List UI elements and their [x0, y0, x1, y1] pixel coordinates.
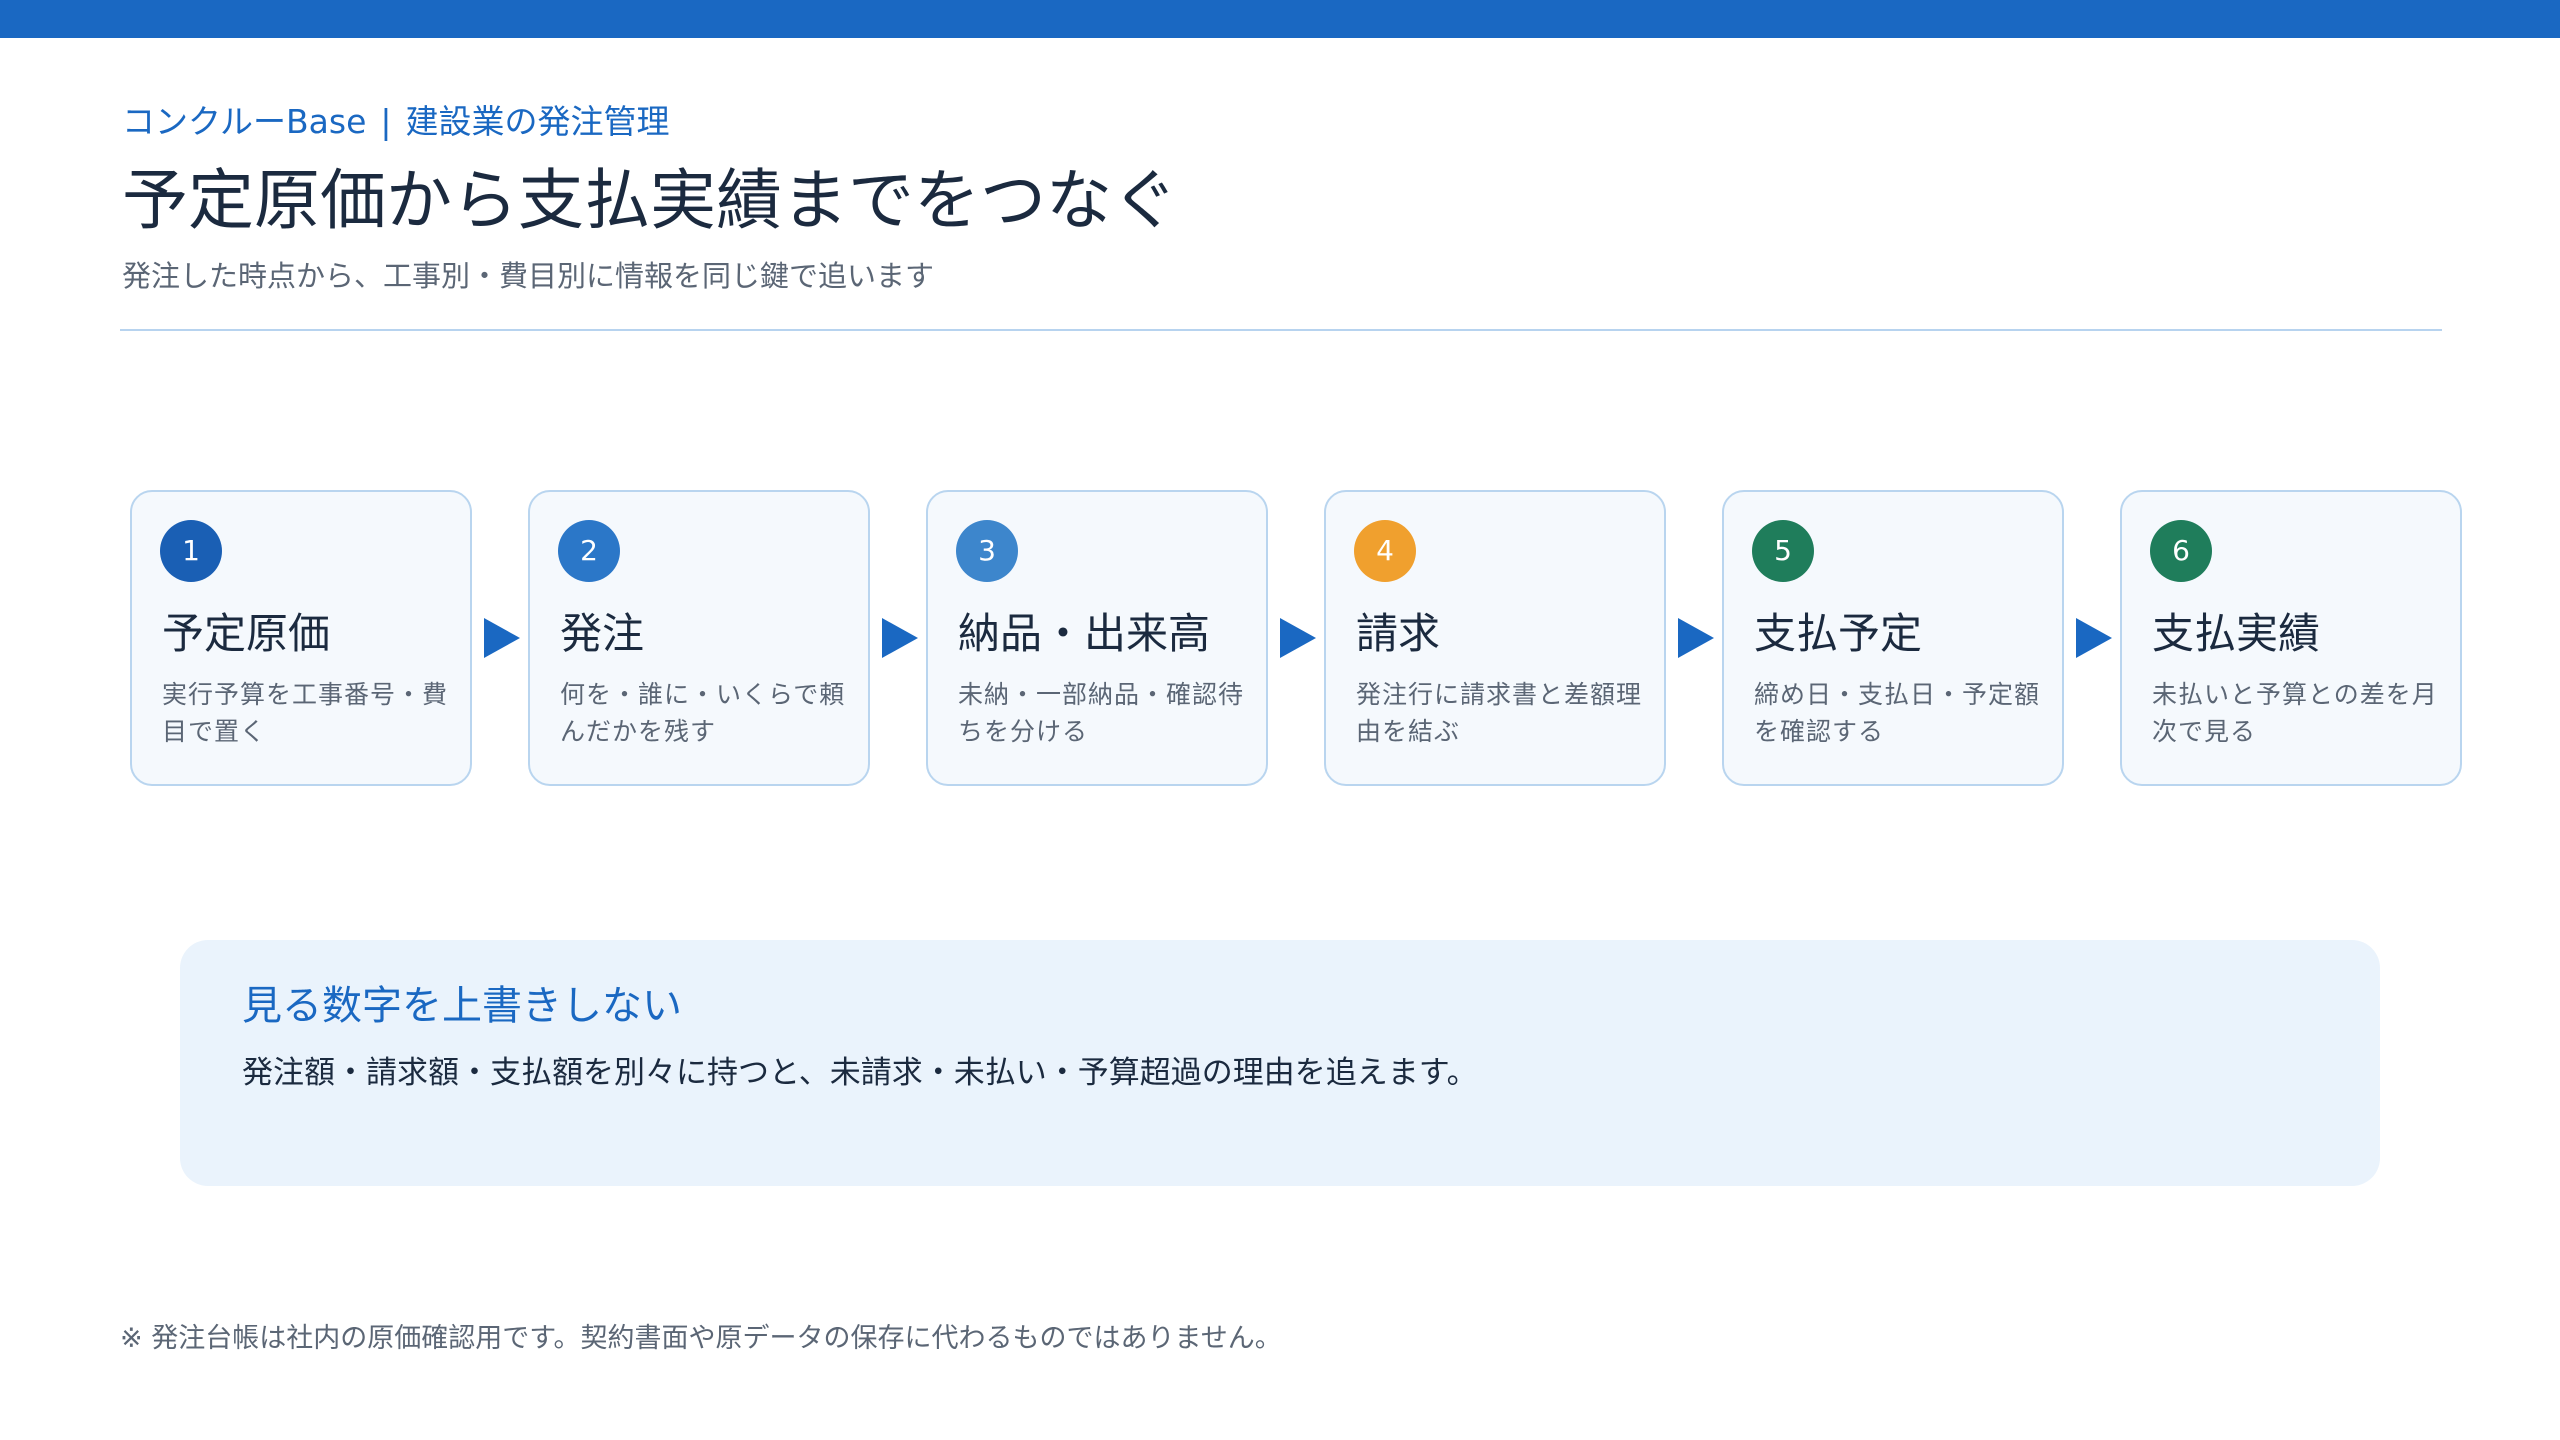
step-title: 支払実績 — [2152, 609, 2321, 658]
step-card-4: 4 請求 発注行に請求書と差額理由を結ぶ — [1324, 490, 1666, 786]
step-description: 発注行に請求書と差額理由を結ぶ — [1356, 680, 1643, 746]
page-subtitle: 発注した時点から、工事別・費目別に情報を同じ鍵で追います — [122, 259, 935, 293]
step-title: 請求 — [1356, 609, 1441, 658]
flow-arrow-icon — [1678, 618, 1714, 658]
flow-arrow-icon — [484, 618, 520, 658]
step-number-badge: 2 — [558, 520, 620, 582]
header: コンクルーBase | 建設業の発注管理 予定原価から支払実績までをつなぐ 発注した… — [122, 96, 2442, 298]
step-description: 未納・一部納品・確認待ちを分ける — [958, 680, 1245, 746]
callout-body: 発注額・請求額・支払額を別々に持つと、未請求・未払い・予算超過の理由を追えます。 — [242, 1055, 1478, 1091]
key-point-callout: 見る数字を上書きしない 発注額・請求額・支払額を別々に持つと、未請求・未払い・予… — [180, 940, 2380, 1186]
step-card-2: 2 発注 何を・誰に・いくらで頼んだかを残す — [528, 490, 870, 786]
step-description: 実行予算を工事番号・費目で置く — [162, 680, 449, 746]
step-number-badge: 4 — [1354, 520, 1416, 582]
header-divider — [120, 329, 2442, 331]
step-card-5: 5 支払予定 締め日・支払日・予定額を確認する — [1722, 490, 2064, 786]
step-number-badge: 5 — [1752, 520, 1814, 582]
slide: コンクルーBase | 建設業の発注管理 予定原価から支払実績までをつなぐ 発注した… — [0, 0, 2560, 1440]
footnote: ※ 発注台帳は社内の原価確認用です。契約書面や原データの保存に代わるものではあり… — [120, 1323, 1282, 1354]
step-title: 発注 — [560, 609, 645, 658]
callout-title: 見る数字を上書きしない — [242, 983, 682, 1029]
step-number-badge: 6 — [2150, 520, 2212, 582]
step-card-1: 1 予定原価 実行予算を工事番号・費目で置く — [130, 490, 472, 786]
product-name: コンクルーBase — [122, 102, 367, 141]
top-accent-bar — [0, 0, 2560, 38]
page-title: 予定原価から支払実績までをつなぐ — [122, 162, 1178, 239]
eyebrow: コンクルーBase | 建設業の発注管理 — [122, 96, 2442, 148]
step-number-badge: 1 — [160, 520, 222, 582]
step-title: 予定原価 — [162, 609, 331, 658]
flow-arrow-icon — [1280, 618, 1316, 658]
step-title: 納品・出来高 — [958, 609, 1211, 658]
step-title: 支払予定 — [1754, 609, 1923, 658]
process-flow: 1 予定原価 実行予算を工事番号・費目で置く 2 発注 何を・誰に・いくらで頼ん… — [130, 490, 2470, 790]
step-description: 未払いと予算との差を月次で見る — [2152, 680, 2438, 746]
step-card-6: 6 支払実績 未払いと予算との差を月次で見る — [2120, 490, 2462, 786]
section-name: 建設業の発注管理 — [405, 102, 670, 141]
eyebrow-separator: | — [380, 102, 392, 141]
step-card-3: 3 納品・出来高 未納・一部納品・確認待ちを分ける — [926, 490, 1268, 786]
step-number-badge: 3 — [956, 520, 1018, 582]
step-description: 締め日・支払日・予定額を確認する — [1754, 680, 2041, 746]
step-description: 何を・誰に・いくらで頼んだかを残す — [560, 680, 846, 746]
flow-arrow-icon — [2076, 618, 2112, 658]
flow-arrow-icon — [882, 618, 918, 658]
